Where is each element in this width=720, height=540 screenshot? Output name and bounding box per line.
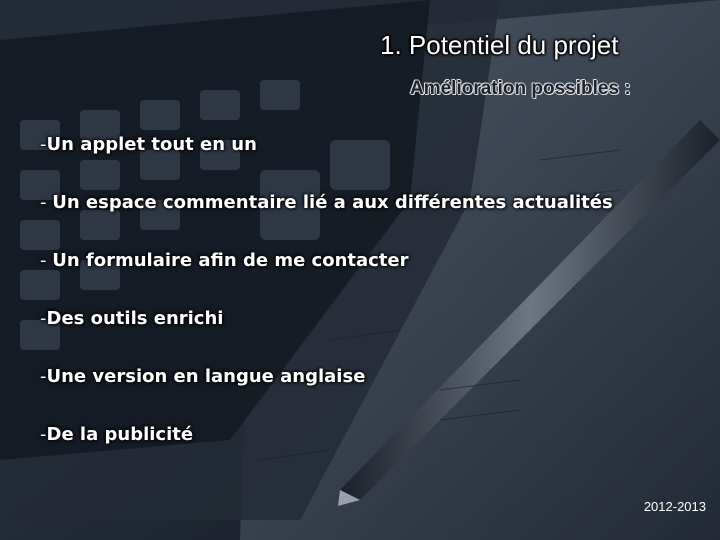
bullet-dash: - <box>40 250 53 271</box>
bullet-dash: - <box>40 192 53 213</box>
list-item: -Une version en langue anglaise <box>40 366 365 387</box>
list-item: - Un espace commentaire lié a aux différ… <box>40 192 613 213</box>
bullet-text: Un formulaire afin de me contacter <box>52 250 409 271</box>
bullet-text: Un espace commentaire lié a aux différen… <box>52 192 613 213</box>
bullet-text: Une version en langue anglaise <box>46 366 366 387</box>
slide-subtitle: Amélioration possibles : <box>410 78 631 99</box>
bullet-text: Un applet tout en un <box>46 134 257 155</box>
list-item: -Un applet tout en un <box>40 134 257 155</box>
bullet-text: Des outils enrichi <box>46 308 224 329</box>
slide-title: 1. Potentiel du projet <box>380 30 619 60</box>
bullet-text: De la publicité <box>46 424 194 445</box>
list-item: -De la publicité <box>40 424 193 445</box>
list-item: -Des outils enrichi <box>40 308 223 329</box>
list-item: - Un formulaire afin de me contacter <box>40 250 409 271</box>
footer-year: 2012-2013 <box>643 499 706 514</box>
